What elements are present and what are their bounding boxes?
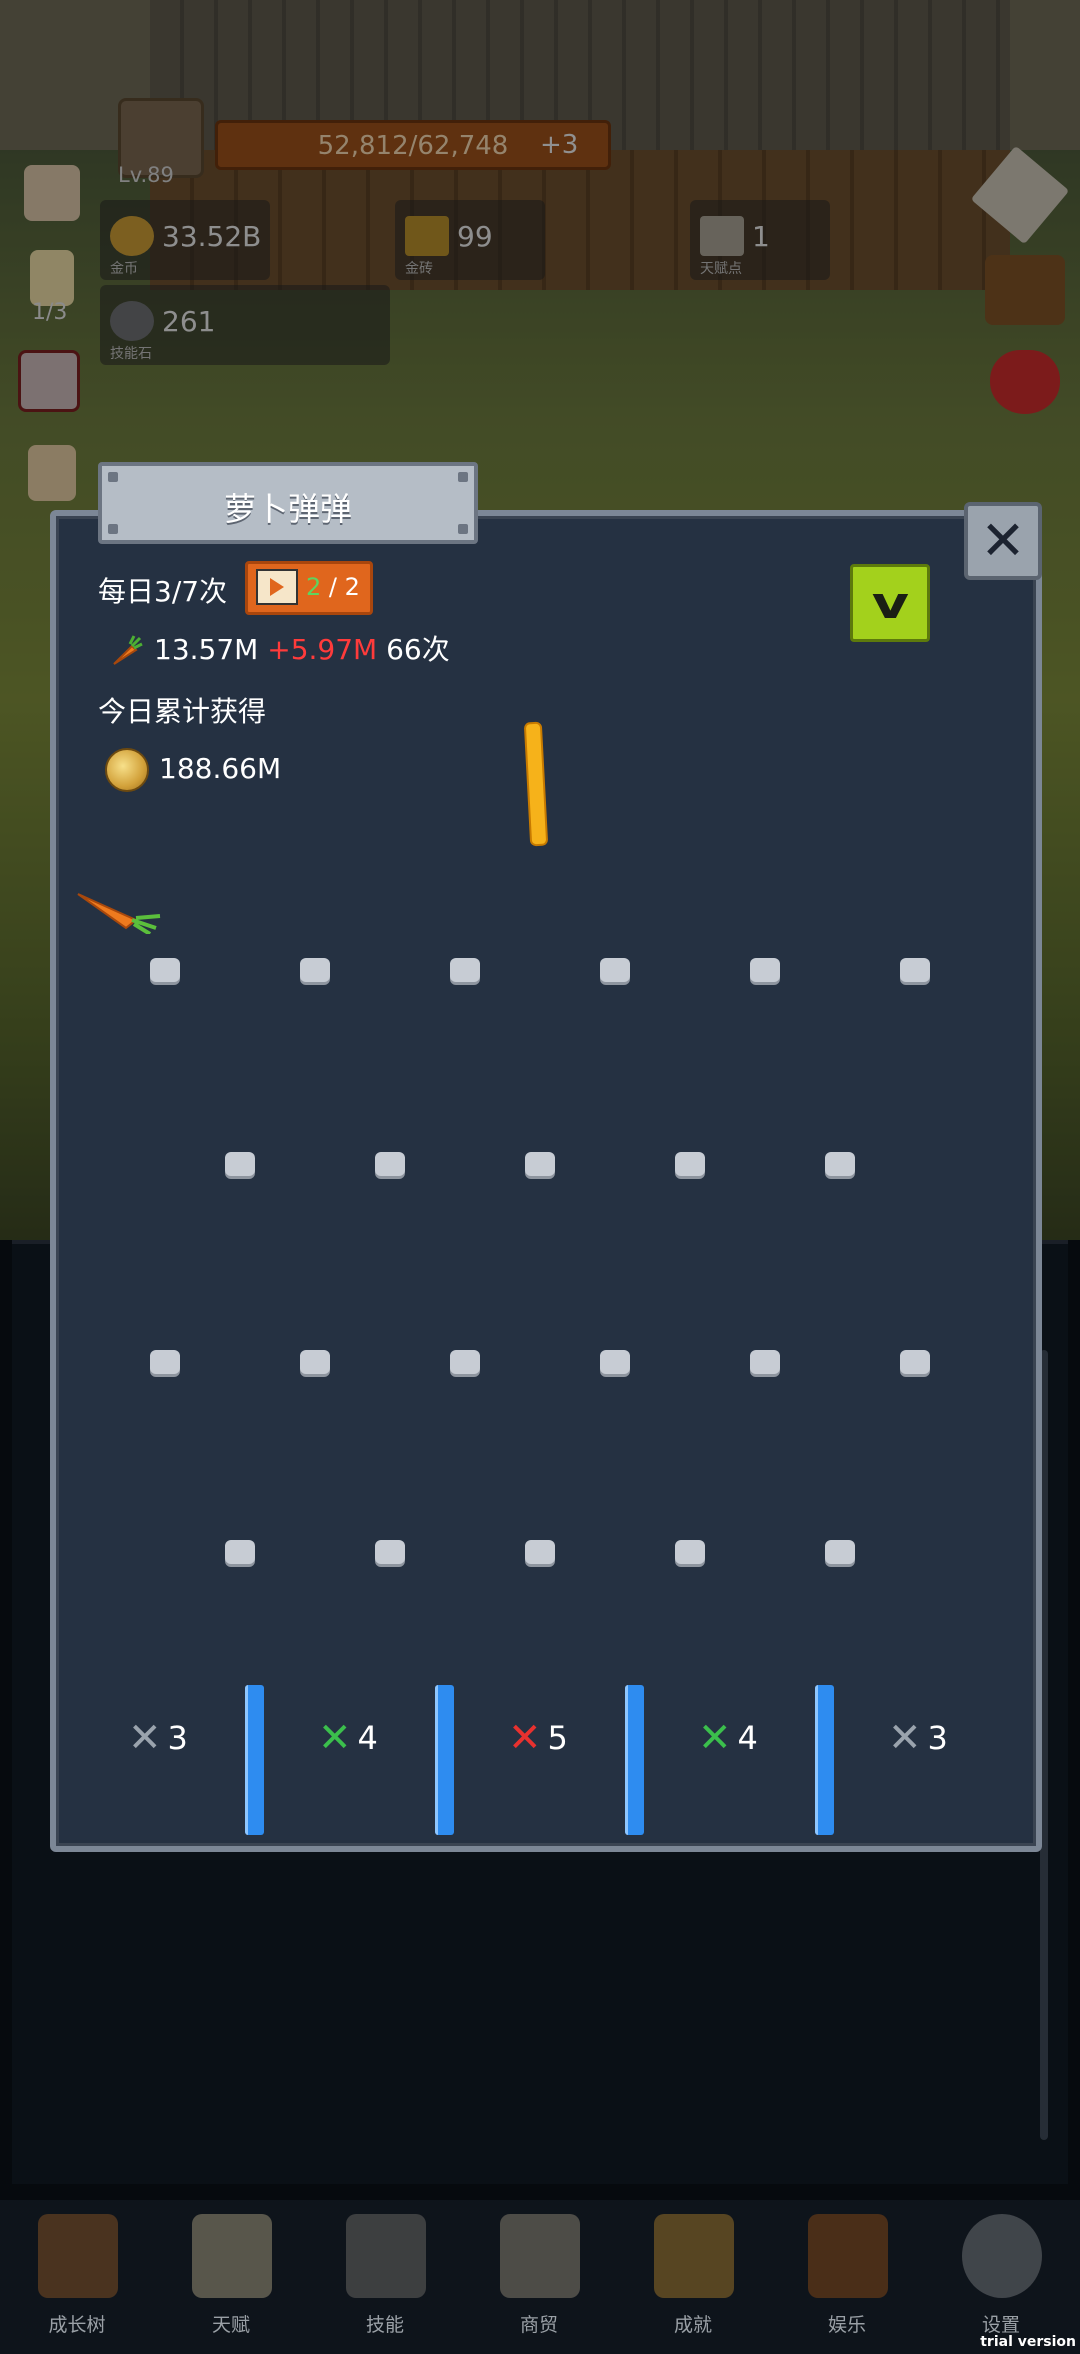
slot-divider xyxy=(245,1685,264,1835)
slot-multiplier-5: ✕ 3 xyxy=(888,1718,948,1758)
carrot-ball-icon xyxy=(77,893,161,934)
nav-label: 成就 xyxy=(673,2314,712,2336)
nav-label: 商贸 xyxy=(519,2314,558,2336)
close-button[interactable]: ✕ xyxy=(964,502,1042,580)
peg xyxy=(825,1152,855,1176)
today-coins: 188.66M xyxy=(159,752,282,785)
peg xyxy=(825,1540,855,1564)
nav-settings[interactable]: 设置 xyxy=(926,2214,1076,2344)
slot-divider xyxy=(435,1685,454,1835)
slot-value: 3 xyxy=(167,1719,188,1757)
peg xyxy=(675,1152,705,1176)
carrot-icon xyxy=(113,635,143,665)
carrot-stats: 13.57M +5.97M 66次 xyxy=(110,628,450,668)
carrot-bonus: +5.97M xyxy=(267,633,378,666)
slot-value: 4 xyxy=(737,1719,758,1757)
peg xyxy=(225,1540,255,1564)
slot-multiplier-3: ✕ 5 xyxy=(508,1718,568,1758)
peg xyxy=(750,1350,780,1374)
nav-growth-tree[interactable]: 成长树 xyxy=(2,2214,152,2344)
nav-label: 技能 xyxy=(365,2314,404,2336)
slot-value: 3 xyxy=(927,1719,948,1757)
scroll-icon xyxy=(192,2214,272,2298)
video-icon xyxy=(256,569,298,605)
close-icon: ✕ xyxy=(980,509,1026,572)
slot-divider xyxy=(815,1685,834,1835)
peg xyxy=(900,958,930,982)
peg xyxy=(525,1152,555,1176)
peg xyxy=(375,1540,405,1564)
peg xyxy=(300,1350,330,1374)
horn-icon xyxy=(808,2214,888,2298)
peg xyxy=(300,958,330,982)
carrot-times: 66次 xyxy=(386,633,450,666)
peg xyxy=(150,1350,180,1374)
multiplier-x-icon: ✕ xyxy=(318,1715,352,1761)
peg xyxy=(450,958,480,982)
slot-value: 5 xyxy=(547,1719,568,1757)
peg xyxy=(525,1540,555,1564)
slot-multiplier-4: ✕ 4 xyxy=(698,1718,758,1758)
sword-icon xyxy=(346,2214,426,2298)
nav-entertainment[interactable]: 娱乐 xyxy=(772,2214,922,2344)
peg xyxy=(225,1152,255,1176)
gear-icon xyxy=(962,2214,1042,2298)
peg xyxy=(675,1540,705,1564)
peg xyxy=(600,1350,630,1374)
slot-value: 4 xyxy=(357,1719,378,1757)
peg xyxy=(750,958,780,982)
key-icon xyxy=(654,2214,734,2298)
coin-icon xyxy=(105,748,149,792)
carrot-value: 13.57M xyxy=(154,633,259,666)
multiplier-x-icon: ✕ xyxy=(888,1715,922,1761)
nav-label: 天赋 xyxy=(211,2314,250,2336)
peg xyxy=(150,958,180,982)
slot-divider xyxy=(625,1685,644,1835)
nav-label: 成长树 xyxy=(48,2314,106,2336)
watermark: trial version xyxy=(980,2334,1076,2350)
multiplier-x-icon: ✕ xyxy=(698,1715,732,1761)
watch-ad-button[interactable]: 2 / 2 xyxy=(245,561,373,615)
peg xyxy=(375,1152,405,1176)
multiplier-x-icon: ✕ xyxy=(508,1715,542,1761)
dialog-title: 萝卜弹弹 xyxy=(223,490,352,528)
chevron-down-icon: v xyxy=(871,577,909,629)
daily-attempts: 每日3/7次 xyxy=(98,575,228,608)
peg xyxy=(900,1350,930,1374)
today-label: 今日累计获得 xyxy=(98,695,267,728)
multiplier-x-icon: ✕ xyxy=(128,1715,162,1761)
ad-used-count: 2 xyxy=(306,573,322,601)
slot-multiplier-2: ✕ 4 xyxy=(318,1718,378,1758)
peg xyxy=(450,1350,480,1374)
map-icon xyxy=(500,2214,580,2298)
nav-achievement[interactable]: 成就 xyxy=(618,2214,768,2344)
nav-label: 设置 xyxy=(981,2314,1020,2336)
nav-talent[interactable]: 天赋 xyxy=(156,2214,306,2344)
slot-multiplier-1: ✕ 3 xyxy=(128,1718,188,1758)
peg xyxy=(600,958,630,982)
collapse-button[interactable]: v xyxy=(850,564,930,642)
book-icon xyxy=(38,2214,118,2298)
today-coins-row: 188.66M xyxy=(105,748,281,792)
bottom-nav: 成长树 天赋 技能 商贸 成就 娱乐 设置 xyxy=(0,2200,1080,2354)
nav-skill[interactable]: 技能 xyxy=(310,2214,460,2344)
dialog-title-tab: 萝卜弹弹 xyxy=(98,462,478,544)
nav-label: 娱乐 xyxy=(827,2314,866,2336)
nav-trade[interactable]: 商贸 xyxy=(464,2214,614,2344)
ad-total-count: / 2 xyxy=(321,573,360,601)
